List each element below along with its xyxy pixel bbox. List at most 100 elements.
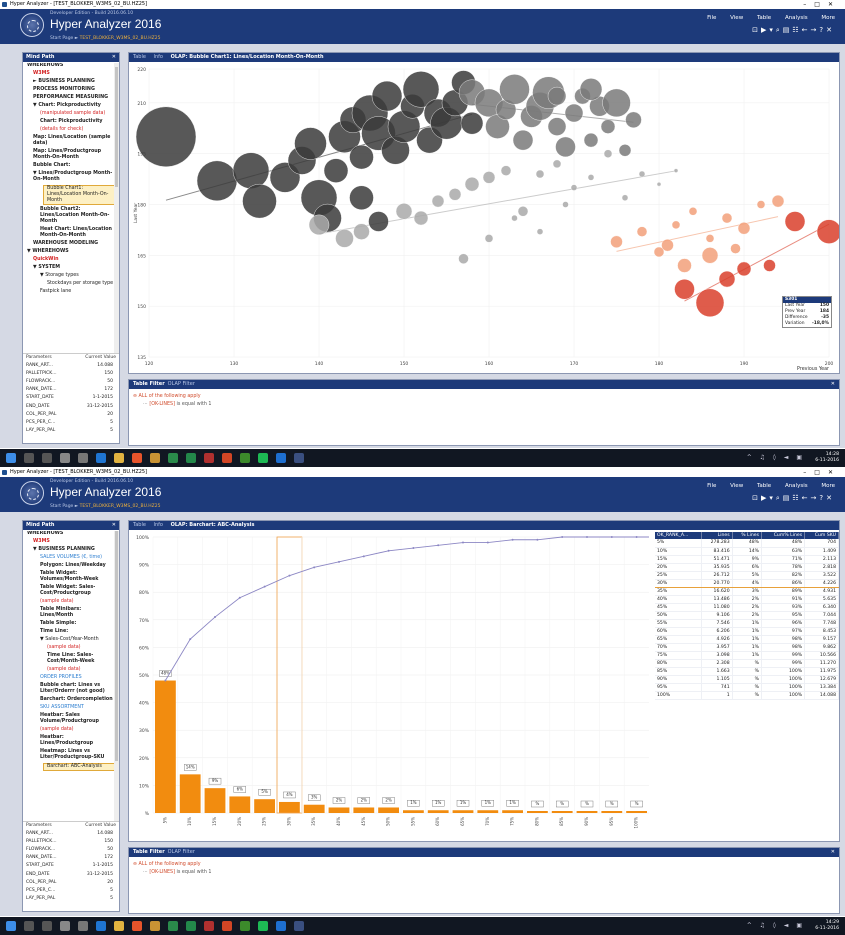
bubble[interactable] — [756, 200, 766, 209]
bubble[interactable] — [674, 279, 695, 300]
tree-scrollbar[interactable] — [114, 531, 119, 821]
cumulative-point[interactable] — [214, 616, 216, 619]
edge-icon[interactable] — [96, 921, 106, 931]
table-column-header[interactable]: % Lines — [732, 532, 763, 539]
search-icon[interactable] — [24, 921, 34, 931]
parameter-value[interactable]: 5 — [110, 419, 113, 427]
tab-table[interactable]: Table — [133, 522, 146, 528]
filter-operator[interactable]: is equal with — [177, 402, 207, 407]
parameter-row[interactable]: PCS_PER_C... 5 — [23, 887, 119, 895]
tree-item[interactable]: Heat Chart: Lines/Location Month-On-Mont… — [23, 227, 115, 239]
hyper-analyzer-icon[interactable] — [294, 921, 304, 931]
bubble[interactable] — [552, 159, 562, 169]
table-column-header[interactable]: Cum SKU — [804, 532, 839, 539]
table-row[interactable]: 30% 20.770 4% 86% 4.226 — [655, 578, 839, 588]
cumulative-point[interactable] — [635, 536, 638, 538]
bar[interactable] — [303, 804, 325, 813]
window-controls[interactable]: –□✕ — [803, 0, 841, 9]
cumulative-point[interactable] — [511, 538, 514, 541]
cumulative-point[interactable] — [288, 574, 291, 577]
cumulative-point[interactable] — [610, 536, 613, 538]
table-row[interactable]: 25% 26.712 5% 82% 3.522 — [655, 571, 839, 580]
parameter-value[interactable]: 31-12-2015 — [87, 403, 113, 411]
clock[interactable]: 14:29 6-11-2016 — [815, 920, 839, 932]
tree-item[interactable]: Table Simple: — [23, 621, 115, 627]
table-row[interactable]: 10% 83.416 14% 63% 1.409 — [655, 547, 839, 556]
tree-item[interactable]: Bubble Chart: — [23, 163, 115, 169]
close-icon[interactable]: ✕ — [112, 53, 116, 62]
bubble[interactable] — [784, 211, 806, 232]
tree-item[interactable]: SKU ASSORTMENT — [23, 705, 115, 711]
table-column-header[interactable]: Cum% Lines — [761, 532, 806, 539]
parameter-row[interactable]: RANK_DATE... 172 — [23, 854, 119, 862]
skype-icon[interactable] — [276, 921, 286, 931]
parameter-value[interactable]: 31-12-2015 — [87, 871, 113, 879]
table-row[interactable]: 65% 4.926 1% 98% 9.157 — [655, 635, 839, 644]
skype-icon[interactable] — [276, 453, 286, 463]
parameter-row[interactable]: LAY_PER_PAL 5 — [23, 427, 119, 435]
parameter-value[interactable]: 172 — [104, 386, 113, 394]
filter-rule-group[interactable]: ⊖ ALL of the following apply — [133, 861, 835, 869]
bubble-chart[interactable]: 120 130 140 150 160 170 180 190 2001351501651801… — [129, 63, 839, 374]
tree-item[interactable]: Heatmap: Lines vs Liter/Productgroup-SKU — [23, 749, 115, 761]
tree-item[interactable]: ▼ Storage types — [23, 273, 115, 279]
bubble[interactable] — [464, 176, 480, 192]
table-row[interactable]: 80% 2.308% 99% 11.270 — [655, 659, 839, 668]
close-icon[interactable]: ✕ — [831, 380, 835, 389]
table-row[interactable]: 75% 3.098 1% 99% 10.566 — [655, 651, 839, 660]
bar[interactable] — [254, 799, 275, 813]
menu-view[interactable]: View — [730, 483, 743, 489]
bubble[interactable] — [511, 214, 518, 222]
tree-item[interactable]: SALES VOLUMES (€, time) — [23, 555, 115, 561]
bubble[interactable] — [656, 181, 662, 187]
parameter-row[interactable]: FLOWRACK... 50 — [23, 378, 119, 386]
tree-item[interactable]: Barchart: ABC-Analysis — [43, 763, 115, 771]
system-tray-icons[interactable]: ^ ♫ ◊ ◄ ▣ — [747, 922, 805, 929]
breadcrumb-file[interactable]: TEST_BLOKKER_W3MS_02_BU.HZ25 — [80, 36, 161, 41]
bar[interactable] — [328, 807, 350, 813]
parameter-value[interactable]: 5 — [110, 887, 113, 895]
bar[interactable] — [551, 811, 573, 813]
cumulative-point[interactable] — [338, 560, 340, 563]
filter-condition[interactable]: ⋯ [OK-LINES] is equal with 1 — [133, 869, 835, 877]
excel-icon[interactable] — [186, 453, 196, 463]
cumulative-point[interactable] — [263, 585, 266, 588]
tree-item[interactable]: Heatbar: Sales Volume/Productgroup — [23, 713, 115, 725]
tree-item[interactable]: Table Widget: Sales-Cost/Productgroup — [23, 585, 115, 597]
bubble[interactable] — [349, 185, 374, 210]
bar[interactable] — [527, 811, 548, 813]
tab-info[interactable]: Info — [154, 522, 163, 528]
tree-item[interactable]: ORDER PROFILES — [23, 675, 115, 681]
bubble[interactable] — [517, 206, 529, 217]
bubble[interactable] — [636, 226, 648, 237]
filter-field[interactable]: [OK-LINES] — [149, 402, 175, 407]
bubble[interactable] — [763, 259, 776, 272]
parameter-row[interactable]: START_DATE 1-1-2015 — [23, 394, 119, 402]
tree-item[interactable]: Table Minibars: Lines/Month — [23, 607, 115, 619]
parameter-value[interactable]: 50 — [107, 378, 113, 386]
bubble[interactable] — [705, 234, 715, 243]
table-row[interactable]: 55% 7.546 1% 96% 7.748 — [655, 619, 839, 628]
edge-icon[interactable] — [96, 453, 106, 463]
filter-field[interactable]: [OK-LINES] — [149, 870, 175, 875]
bubble[interactable] — [484, 234, 494, 243]
tree-item[interactable]: Heatbar: Lines/Productgroup — [23, 735, 115, 747]
tree-item[interactable]: Bubble Chart1: Lines/Location Month-On-M… — [43, 185, 115, 205]
cumulative-point[interactable] — [313, 566, 316, 569]
window-controls[interactable]: –□✕ — [803, 468, 841, 477]
parameter-row[interactable]: START_DATE 1-1-2015 — [23, 862, 119, 870]
calculator-icon[interactable] — [78, 453, 88, 463]
bar[interactable] — [179, 774, 201, 813]
bubble[interactable] — [602, 88, 631, 118]
table-row[interactable]: 90% 1.105% 100% 12.679 — [655, 675, 839, 684]
menu-more[interactable]: More — [821, 15, 835, 21]
bar[interactable] — [626, 811, 647, 813]
parameter-row[interactable]: COL_PER_PAL 20 — [23, 879, 119, 887]
bubble[interactable] — [232, 152, 270, 189]
bubble[interactable] — [536, 228, 544, 235]
bubble[interactable] — [135, 106, 197, 167]
parameter-value[interactable]: 5 — [110, 427, 113, 435]
tree-item[interactable]: ▼ SYSTEM — [23, 265, 115, 271]
bubble[interactable] — [587, 174, 595, 181]
menu-table[interactable]: Table — [757, 15, 771, 21]
